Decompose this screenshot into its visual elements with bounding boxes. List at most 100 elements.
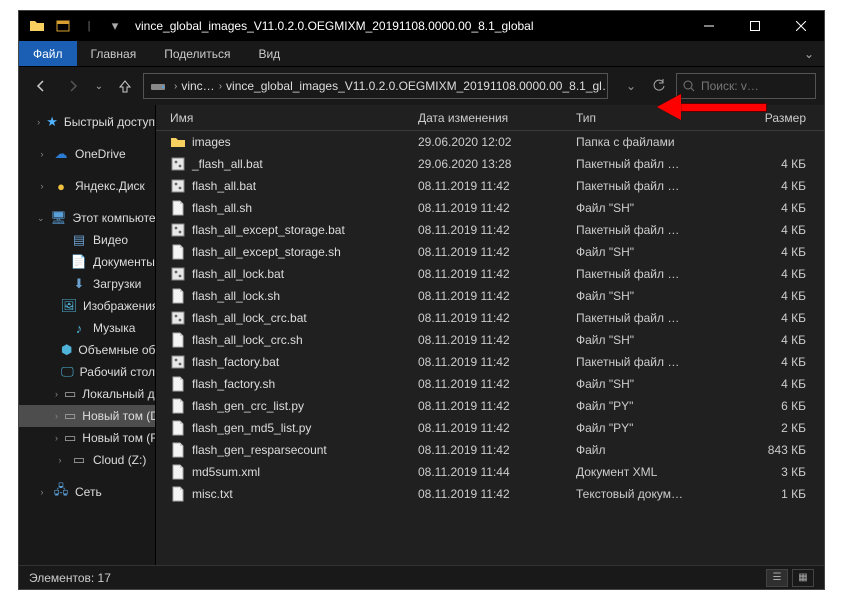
file-type: Пакетный файл … (576, 179, 734, 193)
chevron-right-icon[interactable]: › (215, 81, 226, 92)
network-icon: 🖧 (53, 484, 69, 500)
sidebar-music[interactable]: ♪Музыка (19, 317, 155, 339)
file-row[interactable]: flash_all_lock.sh08.11.2019 11:42Файл "S… (156, 285, 824, 307)
file-row[interactable]: images29.06.2020 12:02Папка с файлами (156, 131, 824, 153)
file-row[interactable]: flash_all_lock_crc.sh08.11.2019 11:42Фай… (156, 329, 824, 351)
status-bar: Элементов: 17 ☰ ▦ (19, 565, 824, 589)
file-row[interactable]: flash_all_lock_crc.bat08.11.2019 11:42Па… (156, 307, 824, 329)
view-large-button[interactable]: ▦ (792, 569, 814, 587)
forward-button[interactable] (59, 72, 87, 100)
file-icon (170, 156, 186, 172)
col-date[interactable]: Дата изменения (418, 111, 576, 125)
drive-icon: ▭ (64, 408, 76, 424)
drive-icon: ▭ (64, 386, 76, 402)
refresh-button[interactable] (646, 73, 672, 99)
col-name[interactable]: Имя (170, 111, 418, 125)
file-name: flash_all.bat (192, 179, 256, 193)
file-name: _flash_all.bat (192, 157, 263, 171)
file-icon (170, 288, 186, 304)
sidebar-downloads[interactable]: ⬇Загрузки (19, 273, 155, 295)
file-type: Пакетный файл … (576, 355, 734, 369)
file-size: 4 КБ (734, 245, 824, 259)
drive-icon (150, 78, 166, 94)
up-button[interactable] (111, 72, 139, 100)
file-size: 4 КБ (734, 355, 824, 369)
chevron-right-icon[interactable]: › (170, 81, 181, 92)
file-name: flash_all_except_storage.sh (192, 245, 341, 259)
sidebar-this-pc[interactable]: ⌄🖥Этот компьютер (19, 207, 155, 229)
file-row[interactable]: flash_factory.bat 08.11.2019 11:42Пакетны… (156, 351, 824, 373)
file-row[interactable]: md5sum.xml08.11.2019 11:44Документ XML3 … (156, 461, 824, 483)
file-size: 4 КБ (734, 289, 824, 303)
file-row[interactable]: flash_all.bat08.11.2019 11:42Пакетный фа… (156, 175, 824, 197)
column-headers[interactable]: Имя Дата изменения Тип Размер (156, 105, 824, 131)
back-button[interactable] (27, 72, 55, 100)
close-button[interactable] (778, 11, 824, 41)
sidebar-videos[interactable]: ▤Видео (19, 229, 155, 251)
disk-icon: ● (53, 178, 69, 194)
breadcrumb-seg2[interactable]: vince_global_images_V11.0.2.0.OEGMIXM_20… (226, 79, 608, 93)
file-row[interactable]: misc.txt08.11.2019 11:42Текстовый докум…… (156, 483, 824, 505)
file-name: images (192, 135, 231, 149)
sidebar-onedrive[interactable]: ›☁OneDrive (19, 143, 155, 165)
sidebar-3d-objects[interactable]: ⬢Объемные объ (19, 339, 155, 361)
file-row[interactable]: flash_all.sh08.11.2019 11:42Файл "SH"4 К… (156, 197, 824, 219)
file-name: flash_gen_resparsecount (192, 443, 327, 457)
recent-dropdown-icon[interactable]: ⌄ (91, 72, 107, 100)
file-type: Файл "PY" (576, 399, 734, 413)
breadcrumb[interactable]: › vinc… › vince_global_images_V11.0.2.0.… (143, 73, 608, 99)
sidebar-newvol-d[interactable]: ›▭Новый том (D:) (19, 405, 155, 427)
file-date: 08.11.2019 11:42 (418, 201, 576, 215)
col-size[interactable]: Размер (734, 111, 824, 125)
file-row[interactable]: flash_gen_md5_list.py08.11.2019 11:42Фай… (156, 417, 824, 439)
file-row[interactable]: flash_gen_crc_list.py08.11.2019 11:42Фай… (156, 395, 824, 417)
address-dropdown-icon[interactable]: ⌄ (618, 73, 644, 99)
sidebar-quick-access[interactable]: ›★Быстрый доступ (19, 111, 155, 133)
network-drive-icon: ▭ (71, 452, 87, 468)
tab-file[interactable]: Файл (19, 41, 77, 66)
view-details-button[interactable]: ☰ (766, 569, 788, 587)
file-row[interactable]: flash_all_lock.bat08.11.2019 11:42Пакетн… (156, 263, 824, 285)
file-row[interactable]: flash_all_except_storage.bat08.11.2019 1… (156, 219, 824, 241)
sidebar-cloud-z[interactable]: ›▭Cloud (Z:) (19, 449, 155, 471)
sidebar-local-disk[interactable]: ›▭Локальный дис (19, 383, 155, 405)
ribbon-expand-icon[interactable]: ⌄ (794, 47, 824, 61)
file-list[interactable]: images29.06.2020 12:02Папка с файлами_fl… (156, 131, 824, 565)
sidebar-documents[interactable]: 📄Документы (19, 251, 155, 273)
sidebar-yandex[interactable]: ›●Яндекс.Диск (19, 175, 155, 197)
titlebar[interactable]: | ▾ vince_global_images_V11.0.2.0.OEGMIX… (19, 11, 824, 41)
file-size: 4 КБ (734, 223, 824, 237)
file-type: Файл "SH" (576, 377, 734, 391)
file-date: 08.11.2019 11:44 (418, 465, 576, 479)
minimize-button[interactable] (686, 11, 732, 41)
file-row[interactable]: flash_factory.sh08.11.2019 11:42Файл "SH… (156, 373, 824, 395)
sidebar-desktop[interactable]: 🖵Рабочий стол (19, 361, 155, 383)
file-date: 08.11.2019 11:42 (418, 399, 576, 413)
file-name: flash_all_lock.bat (192, 267, 284, 281)
file-row[interactable]: _flash_all.bat29.06.2020 13:28Пакетный ф… (156, 153, 824, 175)
sidebar-network[interactable]: ›🖧Сеть (19, 481, 155, 503)
folder-icon (29, 18, 45, 34)
file-icon (170, 134, 186, 150)
col-type[interactable]: Тип (576, 111, 734, 125)
file-type: Пакетный файл … (576, 267, 734, 281)
nav-pane[interactable]: ›★Быстрый доступ ›☁OneDrive ›●Яндекс.Дис… (19, 105, 156, 565)
tab-view[interactable]: Вид (244, 41, 294, 66)
file-row[interactable]: flash_all_except_storage.sh08.11.2019 11… (156, 241, 824, 263)
tab-share[interactable]: Поделиться (150, 41, 244, 66)
qat-dropdown-icon[interactable]: ▾ (107, 18, 123, 34)
maximize-button[interactable] (732, 11, 778, 41)
file-row[interactable]: flash_gen_resparsecount08.11.2019 11:42Ф… (156, 439, 824, 461)
tab-home[interactable]: Главная (77, 41, 151, 66)
sidebar-newvol-f[interactable]: ›▭Новый том (F:) (19, 427, 155, 449)
file-type: Файл "SH" (576, 201, 734, 215)
qat-icon[interactable] (55, 18, 71, 34)
file-date: 08.11.2019 11:42 (418, 443, 576, 457)
file-date: 08.11.2019 11:42 (418, 355, 576, 369)
search-input[interactable]: Поиск: v… (676, 73, 816, 99)
file-name: flash_factory.bat (192, 355, 279, 369)
file-type: Пакетный файл … (576, 311, 734, 325)
breadcrumb-seg1[interactable]: vinc… (181, 79, 214, 93)
file-size: 4 КБ (734, 333, 824, 347)
sidebar-pictures[interactable]: 🖼Изображения (19, 295, 155, 317)
